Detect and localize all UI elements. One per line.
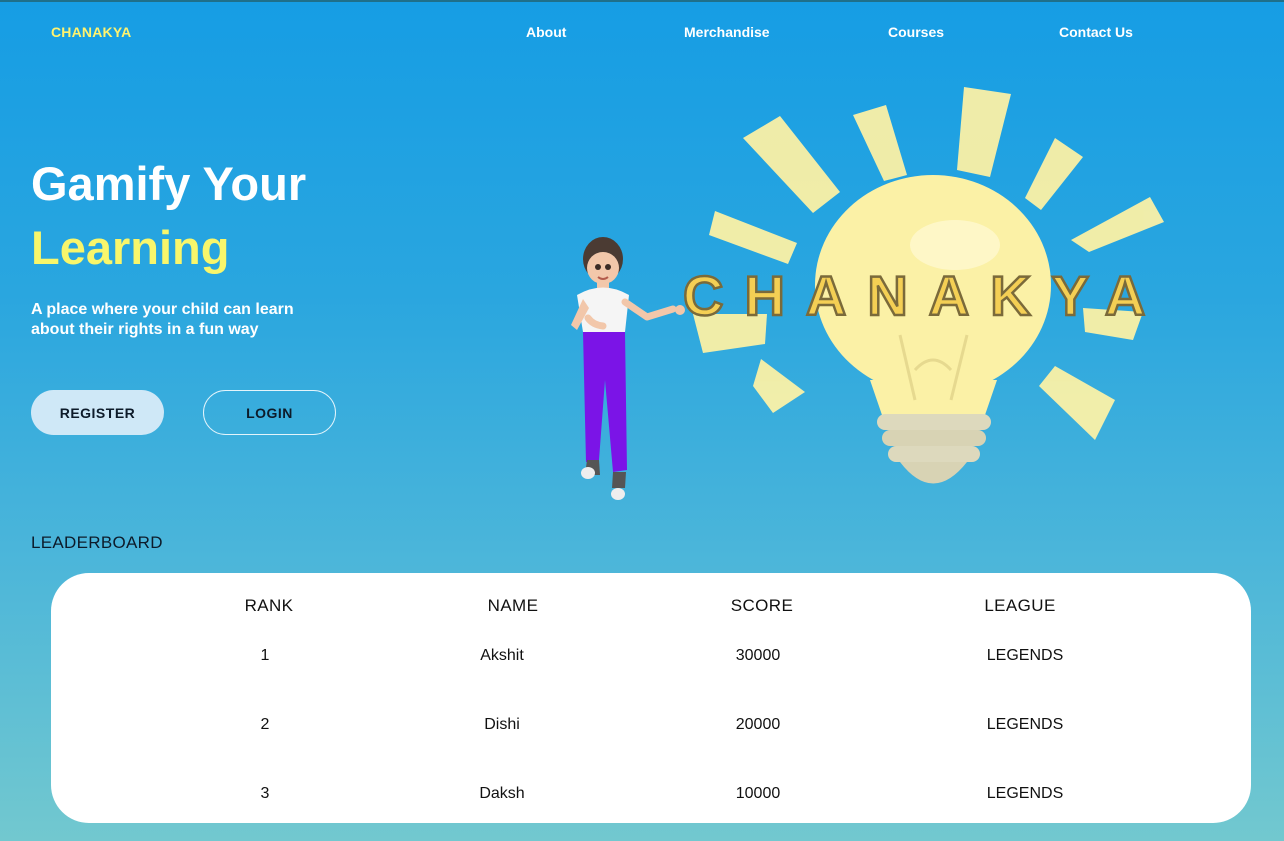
nav-courses[interactable]: Courses (888, 24, 944, 40)
hero-illustration: CHANAKYA (571, 87, 1166, 500)
row-name: Daksh (479, 785, 525, 802)
brand-logo[interactable]: CHANAKYA (51, 24, 131, 40)
row-rank: 2 (260, 716, 270, 733)
header-score: SCORE (730, 596, 794, 615)
hero-title: Gamify Your Learning (31, 152, 306, 280)
hero-title-line2: Learning (31, 221, 230, 274)
row-name: Dishi (484, 716, 520, 733)
row-league: LEGENDS (986, 716, 1064, 733)
row-score: 20000 (735, 716, 781, 733)
character-illustration (571, 237, 685, 500)
nav-merchandise[interactable]: Merchandise (684, 24, 770, 40)
row-rank: 3 (260, 785, 270, 802)
row-score: 30000 (735, 647, 781, 664)
row-league: LEGENDS (986, 647, 1064, 664)
top-border (0, 0, 1284, 2)
header-name: NAME (487, 596, 539, 615)
hero-logo-text: CHANAKYA (683, 264, 1166, 327)
header-league: LEAGUE (984, 596, 1056, 615)
row-rank: 1 (260, 647, 270, 664)
lightbulb-icon (815, 175, 1051, 484)
hero-title-line1: Gamify Your (31, 157, 307, 210)
leaderboard-title: LEADERBOARD (31, 533, 163, 552)
nav-about[interactable]: About (526, 24, 566, 40)
row-score: 10000 (735, 785, 781, 802)
register-button[interactable]: REGISTER (31, 390, 164, 435)
nav-contact-us[interactable]: Contact Us (1059, 24, 1133, 40)
login-button[interactable]: LOGIN (203, 390, 336, 435)
row-name: Akshit (480, 647, 524, 664)
row-league: LEGENDS (986, 785, 1064, 802)
leaderboard-table: RANK NAME SCORE LEAGUE 1 Akshit 30000 LE… (51, 573, 1251, 823)
hero-subtitle: A place where your child can learn about… (31, 301, 294, 338)
header-rank: RANK (244, 596, 294, 615)
